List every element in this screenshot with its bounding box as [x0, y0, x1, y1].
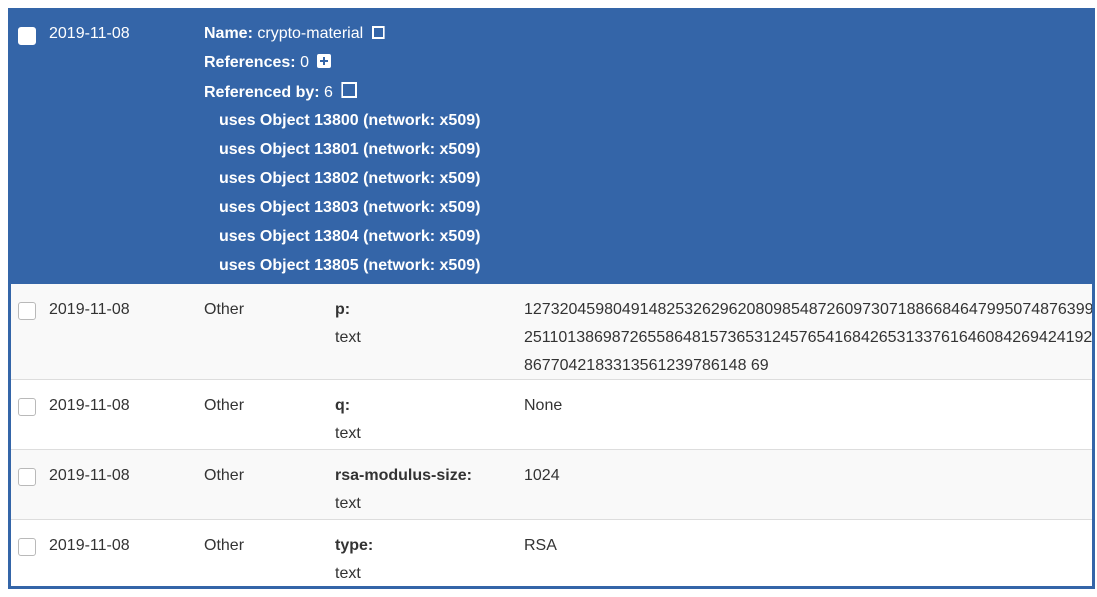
object-details: Name: crypto-material References: 0 Refe…: [204, 24, 480, 285]
attribute-relation: q: text: [335, 392, 361, 448]
attribute-row: 2019-11-08 Other q: text None: [11, 380, 1092, 450]
add-reference-icon[interactable]: [317, 54, 332, 68]
references-line: References: 0: [204, 53, 480, 82]
object-date: 2019-11-08: [49, 25, 130, 42]
attribute-value: 1273204598049148253262962080985487260973…: [524, 301, 1094, 374]
object-table: 2019-11-08 Name: crypto-material Referen…: [8, 8, 1095, 589]
row-checkbox[interactable]: [18, 538, 36, 556]
row-checkbox[interactable]: [18, 398, 36, 416]
attribute-relation: rsa-modulus-size: text: [335, 462, 472, 518]
row-checkbox[interactable]: [18, 468, 36, 486]
attribute-category: Other: [204, 397, 245, 414]
referenced-by-count: 6: [324, 84, 333, 101]
attribute-date: 2019-11-08: [49, 301, 130, 318]
relation-type: text: [335, 495, 361, 512]
relation-type: text: [335, 425, 361, 442]
relation-name: rsa-modulus-size:: [335, 467, 472, 484]
object-name-line: Name: crypto-material: [204, 24, 480, 53]
attribute-date: 2019-11-08: [49, 537, 130, 554]
selected-object-row[interactable]: 2019-11-08 Name: crypto-material Referen…: [11, 8, 1092, 284]
referenced-by-line: Referenced by: 6: [204, 82, 480, 111]
attribute-date: 2019-11-08: [49, 397, 130, 414]
referenced-by-item[interactable]: uses Object 13804 (network: x509): [204, 227, 480, 256]
relation-type: text: [335, 565, 361, 582]
referenced-by-item[interactable]: uses Object 13801 (network: x509): [204, 140, 480, 169]
attribute-category: Other: [204, 467, 245, 484]
name-value: crypto-material: [257, 25, 364, 42]
expand-icon[interactable]: [372, 26, 385, 39]
referenced-by-item[interactable]: uses Object 13803 (network: x509): [204, 198, 480, 227]
referenced-by-item[interactable]: uses Object 13802 (network: x509): [204, 169, 480, 198]
referenced-by-label: Referenced by:: [204, 84, 320, 101]
relation-name: p:: [335, 301, 351, 318]
row-checkbox[interactable]: [18, 302, 36, 320]
attribute-row: 2019-11-08 Other rsa-modulus-size: text …: [11, 450, 1092, 520]
referenced-by-item[interactable]: uses Object 13800 (network: x509): [204, 111, 480, 140]
attribute-row: 2019-11-08 Other type: text RSA: [11, 520, 1092, 586]
attribute-row: 2019-11-08 Other p: text 127320459804914…: [11, 284, 1092, 380]
references-label: References:: [204, 54, 296, 71]
name-label: Name:: [204, 25, 253, 42]
row-checkbox[interactable]: [18, 27, 36, 45]
references-count: 0: [300, 54, 309, 71]
relation-type: text: [335, 329, 361, 346]
attribute-category: Other: [204, 537, 245, 554]
attribute-value: RSA: [524, 537, 557, 554]
attribute-relation: p: text: [335, 296, 361, 352]
collapse-icon[interactable]: [341, 82, 357, 98]
attribute-date: 2019-11-08: [49, 467, 130, 484]
attribute-category: Other: [204, 301, 245, 318]
relation-name: type:: [335, 537, 374, 554]
referenced-by-item[interactable]: uses Object 13805 (network: x509): [204, 256, 480, 285]
attribute-value: None: [524, 397, 563, 414]
relation-name: q:: [335, 397, 351, 414]
attribute-value: 1024: [524, 467, 560, 484]
attribute-relation: type: text: [335, 532, 374, 586]
